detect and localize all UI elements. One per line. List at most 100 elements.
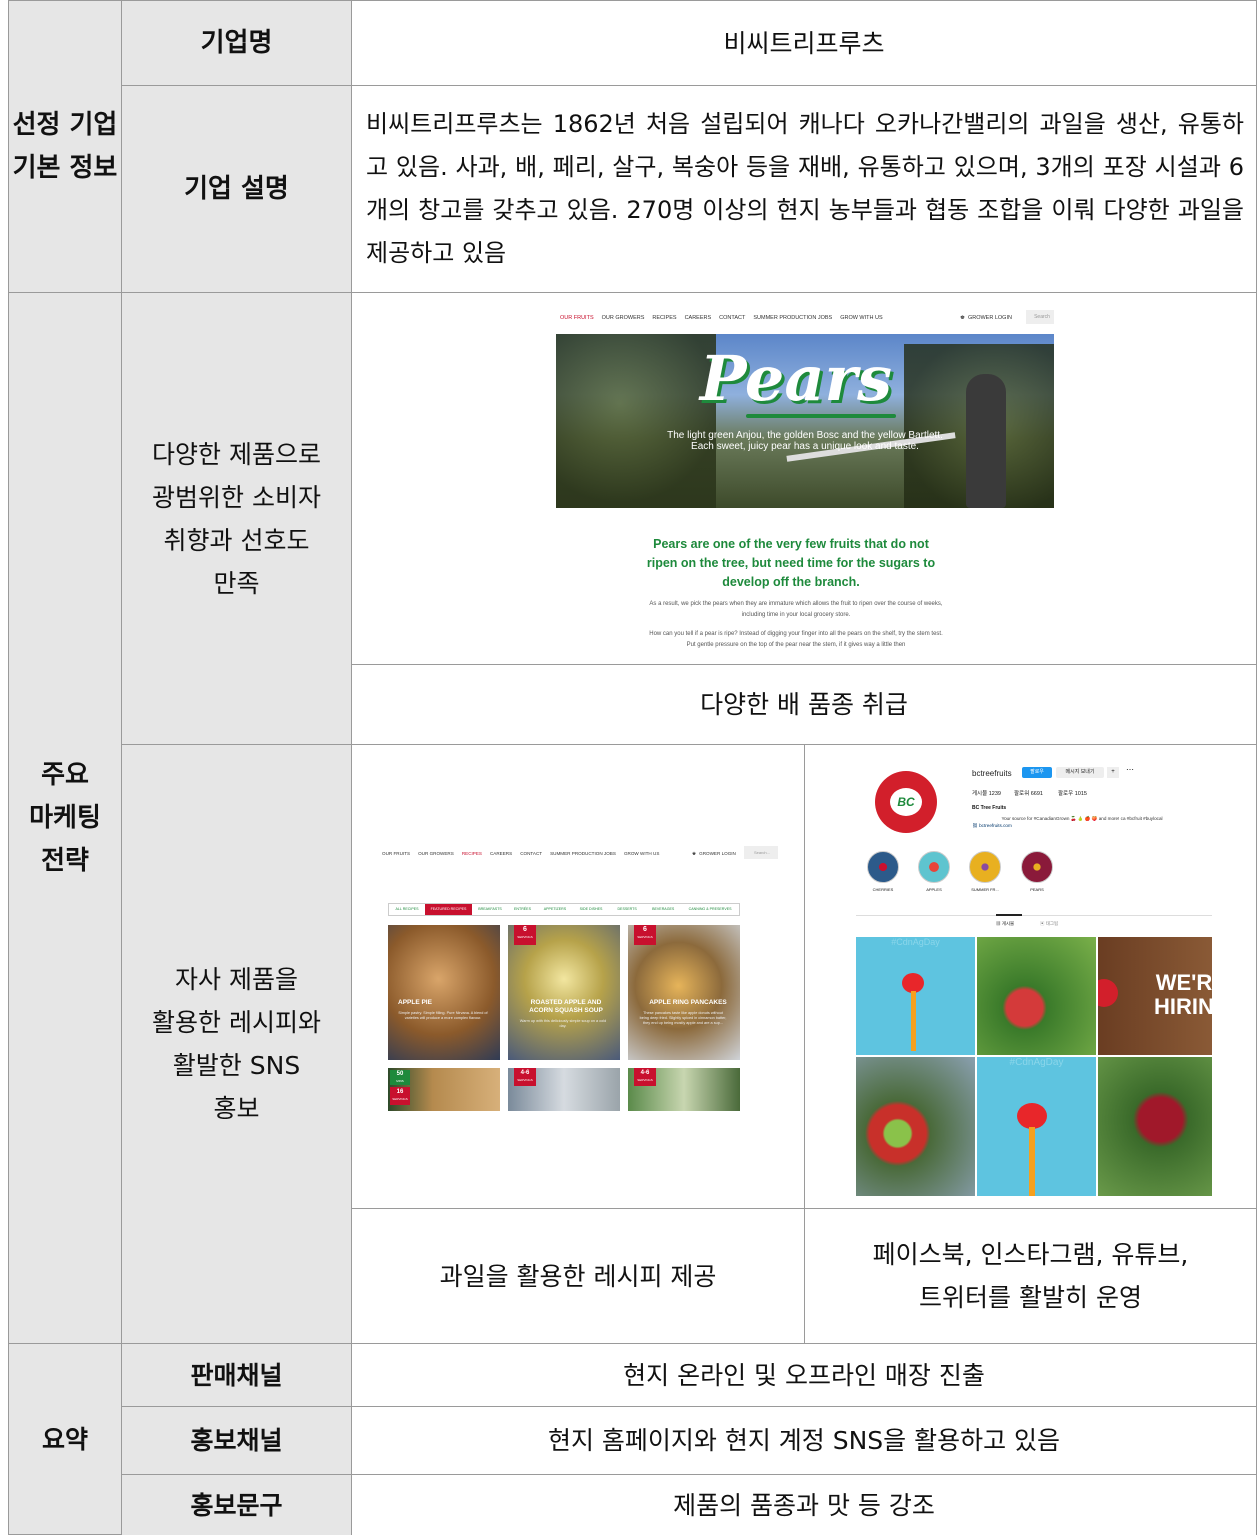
filter-all[interactable]: ALL RECIPES <box>389 904 425 915</box>
fork-handle <box>911 991 916 1051</box>
recipes-website-screenshot: OUR FRUITS OUR GROWERS RECIPES CAREERS CONTA… <box>380 845 780 1115</box>
ig-message-button[interactable]: 메시지 보내기 <box>1056 767 1104 778</box>
nav-careers[interactable]: CAREERS <box>685 315 712 321</box>
section-summary-label: 요약 <box>8 1343 122 1535</box>
servings-badge: 16 SERVINGS <box>390 1087 410 1105</box>
ig-follow-button[interactable]: 팔로우 <box>1022 767 1052 778</box>
company-name-value: 비씨트리프루츠 <box>351 0 1257 86</box>
pears-hero-title: Pears <box>699 342 893 415</box>
ig-post[interactable]: WE'R HIRIN <box>1098 937 1212 1055</box>
recipe-card[interactable]: 4-6 SERVINGS <box>628 1068 740 1111</box>
nav-grow-with-us[interactable]: GROW WITH US <box>624 851 659 856</box>
ig-post[interactable] <box>1098 1057 1212 1196</box>
ig-more-icon[interactable]: ⋯ <box>1126 765 1134 774</box>
ig-post[interactable] <box>977 937 1096 1055</box>
summary-row-label: 판매채널 <box>121 1343 352 1407</box>
recipe-card[interactable]: 6 SERVINGS ROASTED APPLE AND ACORN SQUASH… <box>508 925 620 1060</box>
filter-canning[interactable]: CANNING & PRESERVES <box>681 904 739 915</box>
ig-following-count[interactable]: 팔로우 1015 <box>1058 789 1087 797</box>
nav-recipes[interactable]: RECIPES <box>652 315 676 321</box>
instagram-screenshot-cell: BC bctreefruits 팔로우 메시지 보내기 + ⋯ 게시물 1239… <box>804 744 1257 1209</box>
filter-desserts[interactable]: DESSERTS <box>609 904 645 915</box>
nav-contact[interactable]: CONTACT <box>719 315 745 321</box>
ig-highlight-label: CHERRIES <box>872 887 894 892</box>
ig-post[interactable] <box>856 1057 975 1196</box>
recipe-card-text: Warm up with this deliciously simple sou… <box>519 1019 607 1028</box>
filter-entrees[interactable]: ENTRÉES <box>508 904 537 915</box>
bc-leaf-icon: BC <box>890 788 922 816</box>
filter-side-dishes[interactable]: SIDE DISHES <box>573 904 609 915</box>
pears-headline: Pears are one of the very few fruits tha… <box>646 537 936 589</box>
strategy-2-caption-right: 페이스북, 인스타그램, 유튜브, 트위터를 활발히 운영 <box>804 1208 1257 1344</box>
pears-para-2: How can you tell if a pear is ripe? Inst… <box>649 631 943 648</box>
servings-badge: 4-6 SERVINGS <box>514 1068 536 1086</box>
recipes-nav: OUR FRUITS OUR GROWERS RECIPES CAREERS CONTA… <box>382 851 667 856</box>
recipe-card-title: APPLE PIE <box>398 999 432 1006</box>
recipe-card-title: APPLE RING PANCAKES <box>649 999 727 1006</box>
time-badge: 50 MINS <box>390 1070 410 1085</box>
hashtag-pattern: #CdnAgDay <box>1009 1057 1064 1068</box>
strategy-1-label: 다양한 제품으로 광범위한 소비자 취향과 선호도 만족 <box>121 292 352 745</box>
ig-highlight[interactable]: SUMMER FR... <box>968 851 1002 892</box>
nav-grow-with-us[interactable]: GROW WITH US <box>840 315 882 321</box>
search-input[interactable]: Search <box>1026 310 1054 324</box>
summary-row-value: 현지 온라인 및 오프라인 매장 진출 <box>351 1343 1257 1407</box>
search-input[interactable]: Search... <box>744 846 778 859</box>
pears-website-screenshot-cell: OUR FRUITS OUR GROWERS RECIPES CAREERS CONTA… <box>351 292 1257 665</box>
instagram-screenshot: BC bctreefruits 팔로우 메시지 보내기 + ⋯ 게시물 1239… <box>848 759 1212 1196</box>
nav-our-growers[interactable]: OUR GROWERS <box>602 315 645 321</box>
ig-highlight-label: SUMMER FR... <box>971 887 999 892</box>
recipe-card[interactable]: 4-6 SERVINGS <box>508 1068 620 1111</box>
recipe-card[interactable]: APPLE PIE Simple pastry. Simple filling.… <box>388 925 500 1060</box>
apple-fork-icon <box>902 973 924 993</box>
ig-tab-active-bar <box>996 914 1022 916</box>
recipe-card[interactable]: 50 MINS 16 SERVINGS <box>388 1068 500 1111</box>
filter-beverages[interactable]: BEVERAGES <box>645 904 681 915</box>
ig-highlight-label: APPLES <box>926 887 942 892</box>
user-icon: ♚ <box>692 851 697 856</box>
ig-link[interactable]: ⛓ bctreefruits.com <box>972 823 1012 829</box>
recipe-card-title: ROASTED APPLE AND ACORN SQUASH SOUP <box>529 999 603 1014</box>
nav-our-fruits[interactable]: OUR FRUITS <box>560 315 594 321</box>
filter-featured[interactable]: FEATURED RECIPES <box>425 904 472 915</box>
nav-our-growers[interactable]: OUR GROWERS <box>418 851 454 856</box>
ig-highlight[interactable]: PEARS <box>1020 851 1054 892</box>
summer-fruit-icon <box>969 851 1001 883</box>
ig-suggest-icon[interactable]: + <box>1107 767 1119 778</box>
fork-handle <box>1029 1127 1035 1196</box>
pear-icon <box>1021 851 1053 883</box>
ig-followers-count[interactable]: 팔로워 6691 <box>1014 789 1043 797</box>
recipe-card-text: These pancakes taste like apple donuts w… <box>639 1011 727 1025</box>
ig-highlight[interactable]: APPLES <box>917 851 951 892</box>
grower-login-link[interactable]: ♚ GROWER LOGIN <box>692 851 744 857</box>
filter-breakfasts[interactable]: BREAKFASTS <box>472 904 508 915</box>
nav-recipes[interactable]: RECIPES <box>462 851 482 856</box>
filter-appetizers[interactable]: APPETIZERS <box>537 904 573 915</box>
nav-contact[interactable]: CONTACT <box>520 851 542 856</box>
company-desc-value: 비씨트리프루츠는 1862년 처음 설립되어 캐나다 오카나간밸리의 과일을 생… <box>351 85 1257 293</box>
strategy-2-caption-left: 과일을 활용한 레시피 제공 <box>351 1208 805 1344</box>
nav-summer-jobs[interactable]: SUMMER PRODUCTION JOBS <box>550 851 616 856</box>
ig-display-name: BC Tree Fruits <box>972 805 1007 811</box>
ig-bio: Your source for #CanadianGrown 🍒 🍐 🍎 🍑 a… <box>1001 816 1163 821</box>
nav-careers[interactable]: CAREERS <box>490 851 512 856</box>
company-desc-label: 기업 설명 <box>121 85 352 293</box>
cherry-icon <box>867 851 899 883</box>
pears-website-screenshot: OUR FRUITS OUR GROWERS RECIPES CAREERS CONTA… <box>556 309 1054 654</box>
servings-badge: 6 SERVINGS <box>514 925 536 945</box>
recipes-website-screenshot-cell: OUR FRUITS OUR GROWERS RECIPES CAREERS CONTA… <box>351 744 805 1209</box>
ig-highlight[interactable]: CHERRIES <box>866 851 900 892</box>
section-marketing-label: 주요 마케팅 전략 <box>8 292 122 1344</box>
ig-post[interactable]: #CdnAgDay <box>856 937 975 1055</box>
recipe-filter-bar: ALL RECIPES FEATURED RECIPES BREAKFASTS … <box>388 903 740 916</box>
ig-tab-posts[interactable]: ▦ 게시물 <box>996 921 1014 927</box>
nav-our-fruits[interactable]: OUR FRUITS <box>382 851 410 856</box>
ig-tab-tagged[interactable]: ▣ 태그됨 <box>1040 921 1058 927</box>
nav-summer-jobs[interactable]: SUMMER PRODUCTION JOBS <box>753 315 832 321</box>
recipe-card[interactable]: 6 SERVINGS APPLE RING PANCAKES These panc… <box>628 925 740 1060</box>
ig-post[interactable]: #CdnAgDay <box>977 1057 1096 1196</box>
pears-hero-line2: Each sweet, juicy pear has a unique look… <box>691 441 919 452</box>
ig-posts-count: 게시물 1239 <box>972 791 1001 797</box>
company-name-label: 기업명 <box>121 0 352 86</box>
grower-login-link[interactable]: ♚ GROWER LOGIN <box>960 315 1020 321</box>
